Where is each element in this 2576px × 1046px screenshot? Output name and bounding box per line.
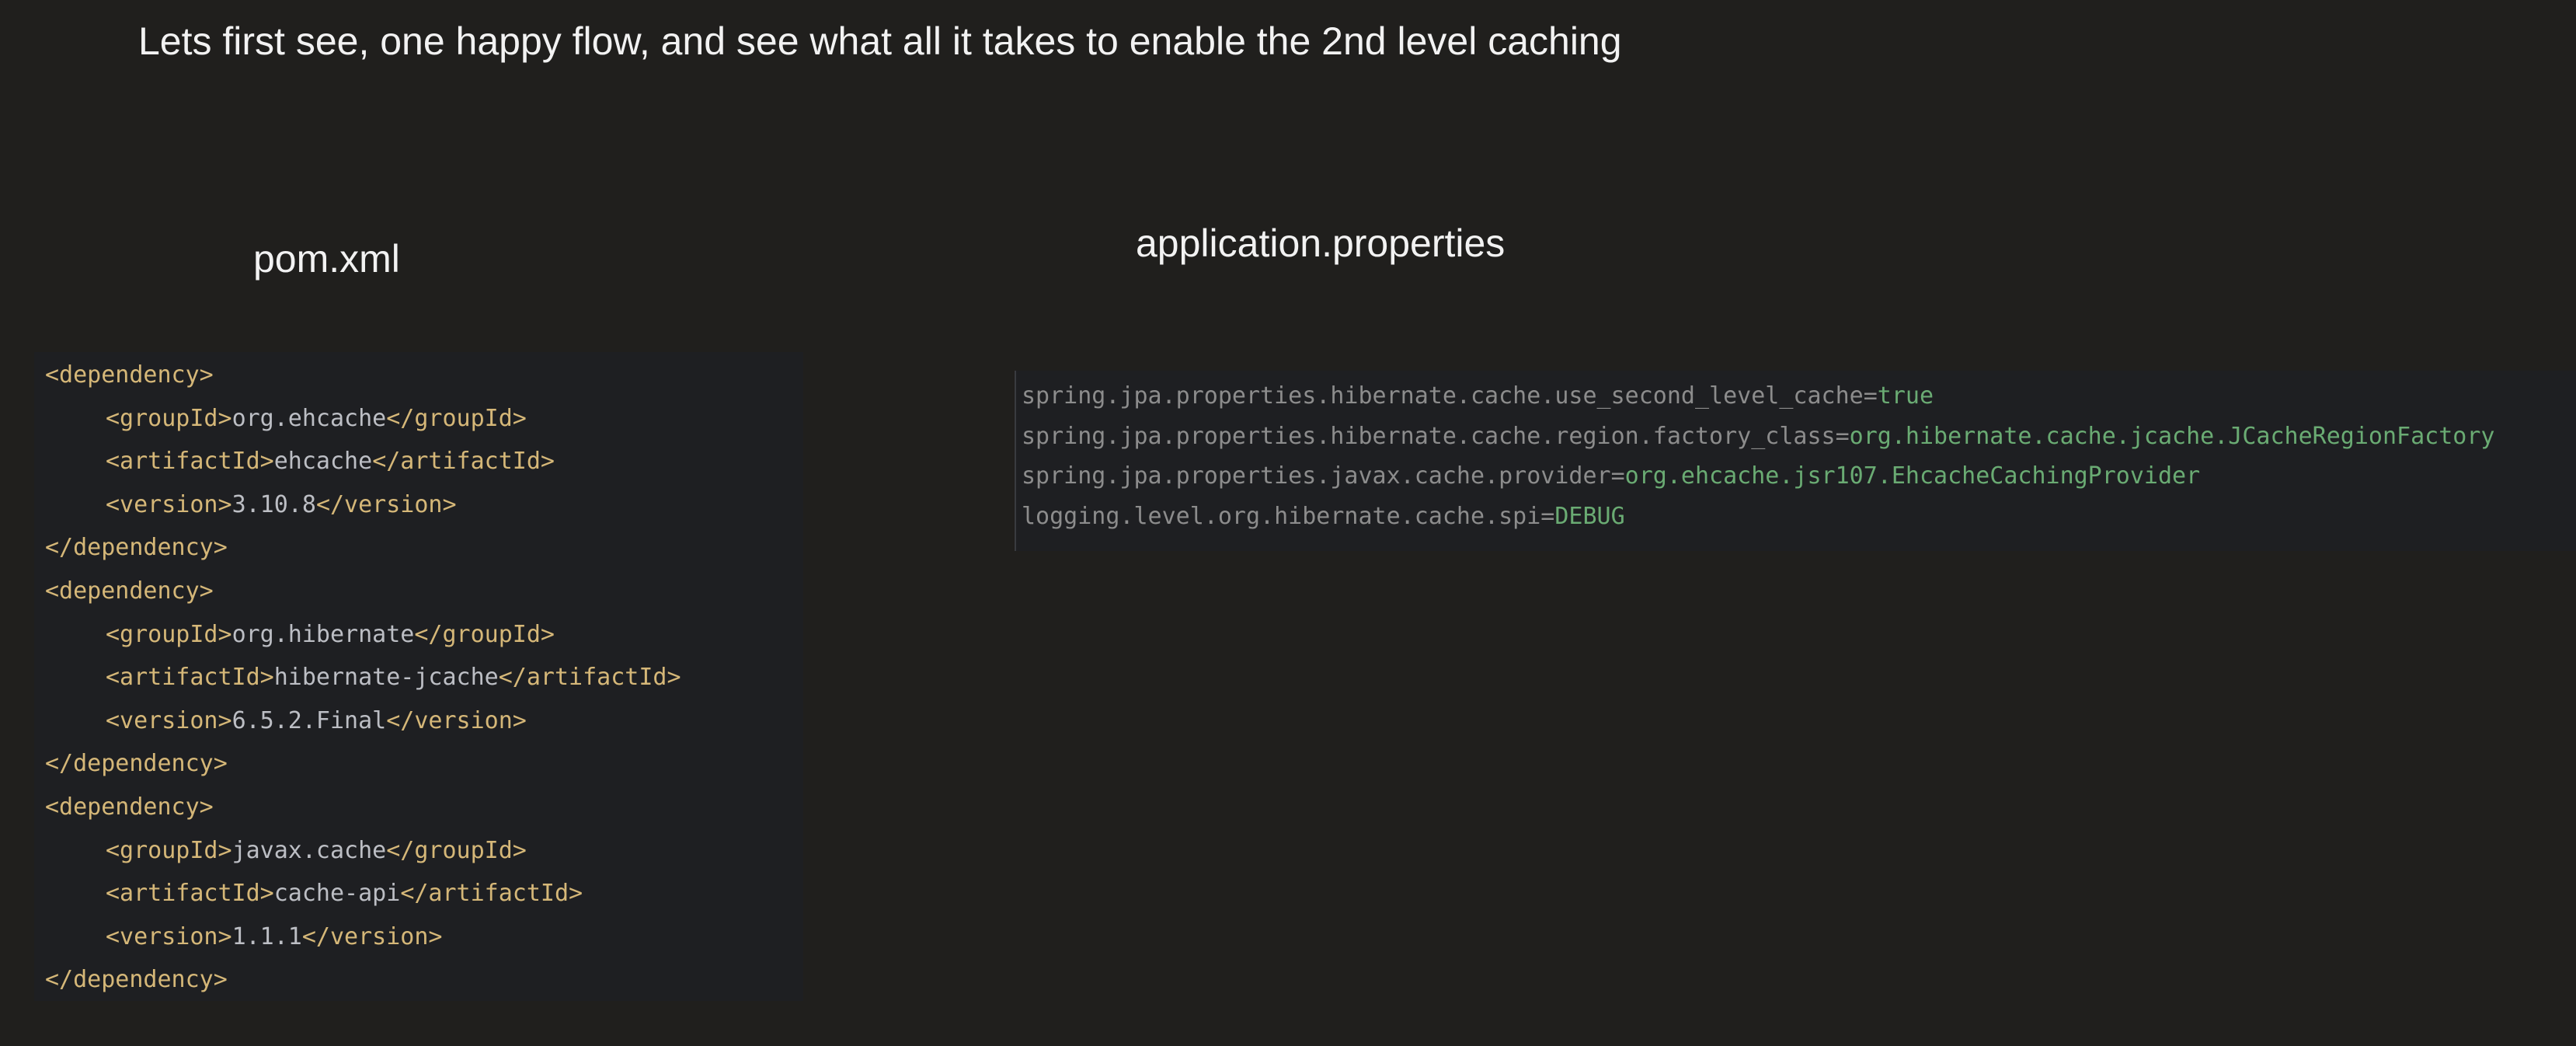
xml-close-tag: </artifactId> [498,664,681,692]
pom-code-block: <dependency> <groupId>org.ehcache</groupI… [34,352,803,1001]
xml-open-tag: </dependency> [45,966,228,994]
xml-open-tag: </dependency> [45,534,228,562]
pom-code-line: <version>3.10.8</version> [106,493,457,517]
xml-open-tag: <dependency> [45,577,214,605]
xml-open-tag: <version> [106,922,232,950]
xml-value: 6.5.2.Final [231,706,387,734]
pom-code-line: <dependency> [45,580,214,603]
property-value: DEBUG [1554,502,1625,530]
xml-open-tag: <version> [106,490,232,518]
xml-value: 1.1.1 [231,922,302,950]
pom-code-line: <groupId>org.hibernate</groupId> [106,620,555,648]
property-line: spring.jpa.properties.hibernate.cache.us… [1022,385,1934,408]
pom-code-line: <version>6.5.2.Final</version> [106,706,527,734]
xml-value: org.hibernate [231,620,415,648]
property-value: org.ehcache.jsr107.EhcacheCachingProvide… [1624,462,2201,490]
xml-value: hibernate-jcache [273,664,499,692]
xml-close-tag: </version> [301,922,443,950]
properties-heading: application.properties [1136,221,1506,265]
property-line: logging.level.org.hibernate.cache.spi=DE… [1022,502,1625,530]
xml-close-tag: </groupId> [386,836,527,864]
pom-code-line: <groupId>javax.cache</groupId> [106,839,527,863]
pom-code-line: <groupId>org.ehcache</groupId> [106,404,527,432]
property-equals-sign: = [1863,382,1878,410]
xml-open-tag: <dependency> [45,793,214,821]
xml-close-tag: </groupId> [414,620,555,648]
pom-heading: pom.xml [253,237,400,281]
xml-open-tag: <dependency> [45,361,214,389]
pom-code-line: <dependency> [45,364,214,387]
xml-value: ehcache [273,448,373,476]
xml-open-tag: <groupId> [106,836,232,864]
xml-open-tag: <artifactId> [106,448,274,476]
pom-code-line: <dependency> [45,796,214,819]
xml-close-tag: </artifactId> [400,880,583,908]
xml-close-tag: </version> [315,490,457,518]
xml-open-tag: <groupId> [106,404,232,432]
property-key: logging.level.org.hibernate.cache.spi [1022,502,1541,530]
pom-code-line: <artifactId>cache-api</artifactId> [106,882,583,905]
properties-code-block: spring.jpa.properties.hibernate.cache.us… [1015,371,2576,551]
xml-open-tag: </dependency> [45,750,228,778]
xml-open-tag: <artifactId> [106,880,274,908]
pom-code-line: <version>1.1.1</version> [106,922,443,950]
property-value: true [1877,382,1934,410]
xml-open-tag: <version> [106,706,232,734]
property-equals-sign: = [1610,462,1625,490]
property-key: spring.jpa.properties.hibernate.cache.re… [1022,422,1836,450]
pom-code-line: </dependency> [45,752,228,776]
property-line: spring.jpa.properties.javax.cache.provid… [1022,465,2200,488]
property-line: spring.jpa.properties.hibernate.cache.re… [1022,422,2495,450]
slide-title: Lets first see, one happy flow, and see … [138,19,1622,63]
xml-close-tag: </artifactId> [372,448,555,476]
xml-open-tag: <artifactId> [106,664,274,692]
xml-close-tag: </version> [386,706,527,734]
xml-value: org.ehcache [231,404,387,432]
pom-code-line: <artifactId>ehcache</artifactId> [106,450,555,473]
property-value: org.hibernate.cache.jcache.JCacheRegionF… [1849,422,2495,450]
xml-open-tag: <groupId> [106,620,232,648]
pom-code-line: </dependency> [45,536,228,560]
pom-code-line: </dependency> [45,968,228,992]
pom-code-line: <artifactId>hibernate-jcache</artifactId… [106,666,681,689]
xml-value: javax.cache [231,836,387,864]
property-key: spring.jpa.properties.hibernate.cache.us… [1022,382,1864,410]
property-equals-sign: = [1835,422,1850,450]
xml-close-tag: </groupId> [386,404,527,432]
xml-value: 3.10.8 [231,490,316,518]
property-equals-sign: = [1540,502,1555,530]
property-key: spring.jpa.properties.javax.cache.provid… [1022,462,1611,490]
xml-value: cache-api [273,880,401,908]
